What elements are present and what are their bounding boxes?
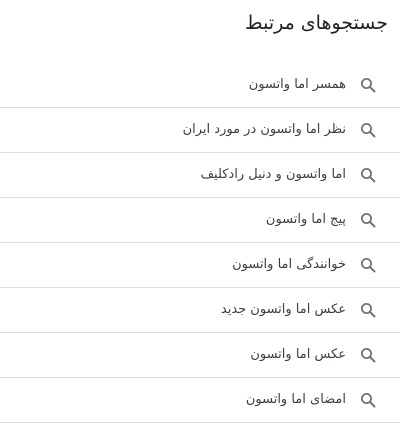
search-icon xyxy=(360,167,376,183)
search-icon xyxy=(360,302,376,318)
related-search-item[interactable]: عکس اما واتسون xyxy=(0,333,400,378)
related-search-label: همسر اما واتسون xyxy=(248,77,346,92)
related-searches-list: همسر اما واتسون نظر اما واتسون در مورد ا… xyxy=(0,63,400,423)
related-search-label: اما واتسون و دنیل رادکلیف xyxy=(200,167,346,182)
related-search-label: عکس اما واتسون جدید xyxy=(220,302,346,317)
search-icon xyxy=(360,122,376,138)
related-search-item[interactable]: همسر اما واتسون xyxy=(0,63,400,108)
related-search-label: پیج اما واتسون xyxy=(265,212,346,227)
search-icon xyxy=(360,212,376,228)
related-search-label: امضای اما واتسون xyxy=(245,392,346,407)
related-search-item[interactable]: نظر اما واتسون در مورد ایران xyxy=(0,108,400,153)
search-icon xyxy=(360,347,376,363)
related-search-item[interactable]: عکس اما واتسون جدید xyxy=(0,288,400,333)
search-icon xyxy=(360,392,376,408)
search-icon xyxy=(360,77,376,93)
related-search-label: نظر اما واتسون در مورد ایران xyxy=(182,122,346,137)
related-search-label: عکس اما واتسون xyxy=(250,347,346,362)
related-search-item[interactable]: خوانندگی اما واتسون xyxy=(0,243,400,288)
related-searches-title: جستجوهای مرتبط xyxy=(245,12,388,34)
related-search-label: خوانندگی اما واتسون xyxy=(232,257,346,272)
related-searches-panel: جستجوهای مرتبط همسر اما واتسون نظر اما و… xyxy=(0,0,400,423)
related-search-item[interactable]: اما واتسون و دنیل رادکلیف xyxy=(0,153,400,198)
related-search-item[interactable]: امضای اما واتسون xyxy=(0,378,400,423)
related-search-item[interactable]: پیج اما واتسون xyxy=(0,198,400,243)
search-icon xyxy=(360,257,376,273)
